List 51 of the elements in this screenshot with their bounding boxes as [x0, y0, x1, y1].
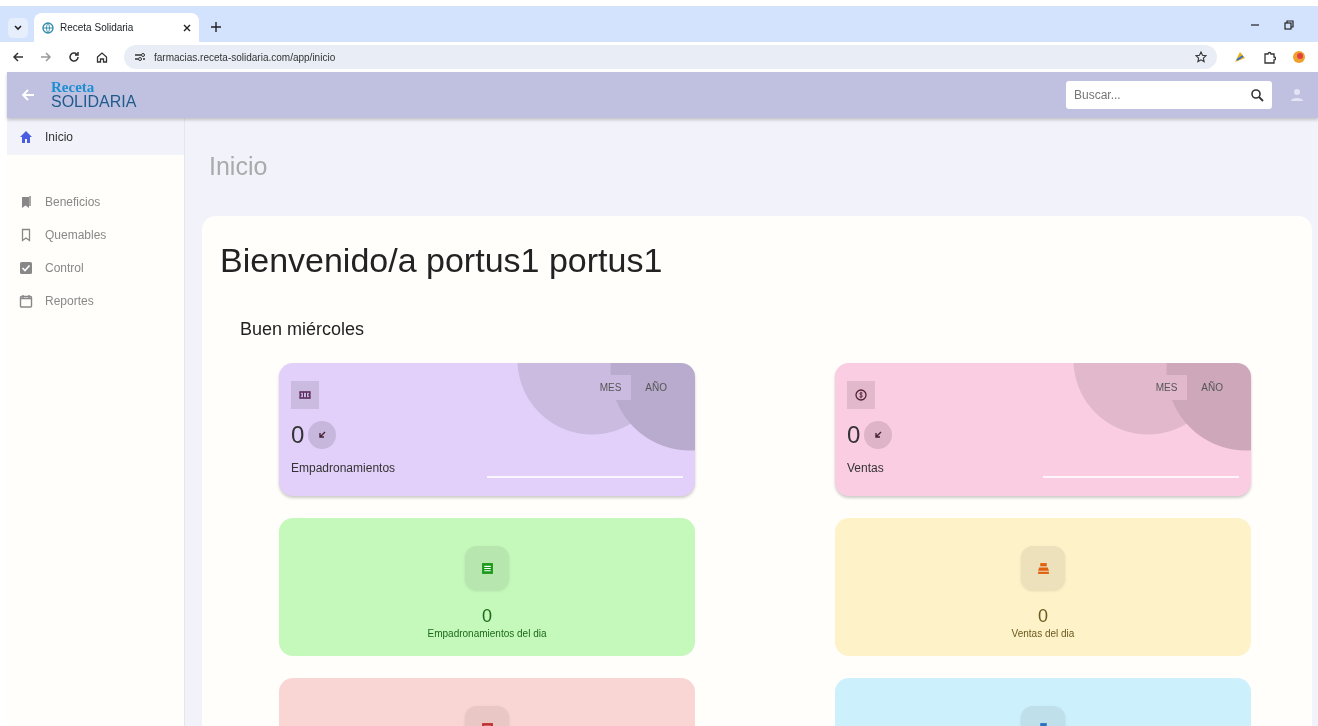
bookmark-icon [19, 227, 33, 242]
reload-icon[interactable] [68, 51, 80, 63]
site-settings-icon[interactable] [134, 52, 146, 62]
sidebar-item[interactable]: Quemables [7, 218, 184, 251]
dollar-circle-icon [855, 389, 867, 402]
daily-value: 0 [482, 606, 492, 627]
search-field[interactable]: Buscar... [1066, 81, 1243, 109]
tab-list-button[interactable] [8, 18, 28, 38]
stat-label: Empadronamientos [291, 460, 397, 478]
forward-icon[interactable] [40, 51, 52, 63]
checkbox-icon [19, 260, 33, 275]
period-toggle[interactable]: AÑO [1191, 375, 1233, 401]
daily-label: Ventas del dia [1011, 627, 1075, 642]
stat-value: 0 [291, 420, 305, 451]
search-button[interactable] [1243, 81, 1272, 109]
arrow-down-left-icon [873, 430, 884, 441]
ticket-icon [299, 389, 311, 402]
new-tab-icon[interactable] [211, 22, 221, 32]
sidebar-item[interactable]: Reportes [7, 284, 184, 317]
tab-title: Receta Solidaria [60, 21, 135, 35]
daily-value: 0 [1038, 606, 1048, 627]
star-icon[interactable] [1195, 51, 1207, 63]
restore-icon[interactable] [1284, 20, 1294, 30]
close-icon[interactable] [183, 23, 191, 32]
logo: Receta SOLIDARIA [51, 80, 137, 110]
sidebar-item[interactable]: Beneficios [7, 185, 184, 218]
address-bar[interactable]: farmacias.receta-solidaria.com/app/inicio [124, 45, 1217, 69]
page-title: Inicio [209, 151, 269, 182]
stat-value: 0 [847, 420, 861, 451]
caret-icon [14, 25, 22, 31]
profile-icon[interactable] [1292, 50, 1306, 64]
calendar-icon [19, 293, 33, 308]
extension-icon[interactable] [1233, 50, 1247, 64]
greeting: Buen miércoles [240, 318, 366, 342]
globe-icon [42, 21, 54, 34]
puzzle-icon[interactable] [1263, 50, 1276, 64]
search-icon [1251, 88, 1264, 102]
list-icon [480, 561, 494, 575]
stat-label: Ventas [847, 460, 885, 478]
welcome-heading: Bienvenido/a portus1 portus1 [220, 239, 664, 281]
bookmarks-icon [19, 194, 33, 209]
home-icon [19, 129, 33, 144]
daily-label: Empadronamientos del dia [427, 627, 547, 642]
period-toggle[interactable]: AÑO [635, 375, 677, 401]
sidebar-item[interactable]: Inicio [7, 118, 184, 155]
back-icon[interactable] [12, 51, 24, 63]
browser-tab[interactable]: Receta Solidaria [34, 13, 199, 42]
home-icon[interactable] [96, 51, 108, 63]
sidebar-item[interactable]: Control [7, 251, 184, 284]
cash-register-icon [1036, 561, 1050, 575]
arrow-down-left-icon [317, 430, 328, 441]
